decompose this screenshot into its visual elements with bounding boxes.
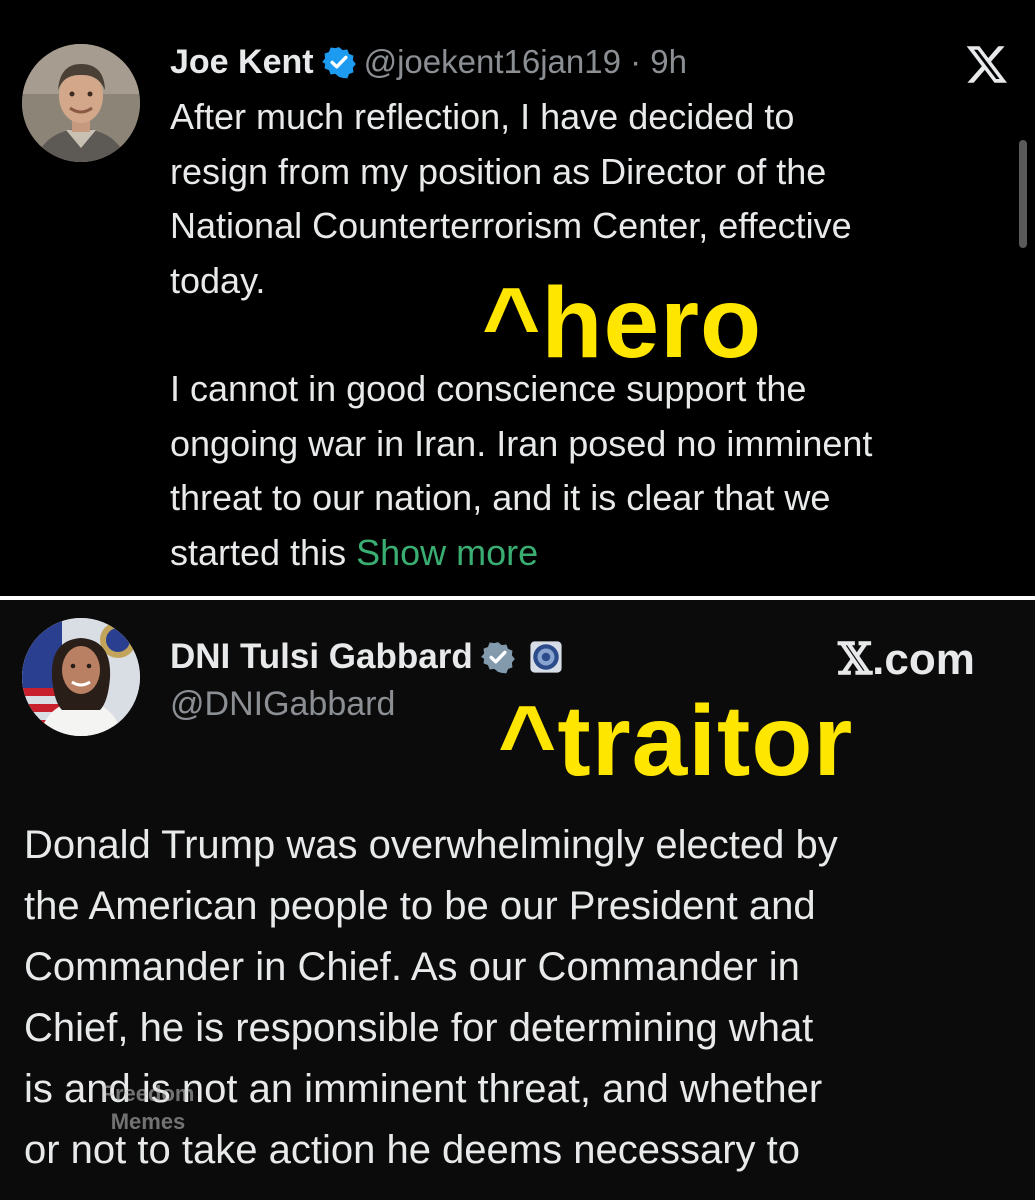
gabbard-handle[interactable]: @DNIGabbard bbox=[170, 685, 395, 724]
watermark-line-2: Memes bbox=[110, 1109, 186, 1134]
agency-seal-icon bbox=[530, 641, 562, 673]
x-logo-icon bbox=[966, 46, 1007, 83]
joe-kent-tweet: Joe Kent @joekent16jan19 · 9h After much… bbox=[0, 0, 1035, 596]
joe-kent-avatar[interactable] bbox=[22, 44, 140, 162]
verified-badge-icon bbox=[321, 47, 356, 79]
freedom-memes-watermark: Freedom Memes bbox=[78, 1080, 218, 1136]
show-more-link[interactable]: Show more bbox=[356, 532, 538, 573]
joe-kent-display-name[interactable]: Joe Kent bbox=[170, 43, 314, 82]
tulsi-gabbard-avatar[interactable] bbox=[22, 618, 140, 736]
x-logo-icon: 𝕏 bbox=[838, 634, 873, 685]
tweet-line: Chief, he is responsible for determining… bbox=[24, 1006, 814, 1050]
watermark-line-1: Freedom bbox=[101, 1081, 195, 1106]
gabbard-name-row: DNI Tulsi Gabbard bbox=[170, 630, 563, 684]
tweet-line: Commander in Chief. As our Commander in bbox=[24, 945, 800, 989]
tweet-line-text: started this bbox=[170, 531, 357, 573]
tweet-line: the American people to be our President … bbox=[24, 884, 816, 928]
joe-kent-handle-time[interactable]: @joekent16jan19 · 9h bbox=[364, 43, 687, 81]
gabbard-display-name[interactable]: DNI Tulsi Gabbard bbox=[170, 637, 473, 677]
joe-kent-tweet-paragraph-2: I cannot in good conscience support the … bbox=[170, 362, 872, 580]
tweet-line: Donald Trump was overwhelmingly elected … bbox=[24, 823, 838, 867]
x-com-label: 𝕏.com bbox=[838, 634, 975, 685]
traitor-caption: ^traitor bbox=[498, 685, 854, 797]
gray-verified-badge-icon bbox=[480, 642, 515, 674]
tweet-line: ongoing war in Iran. Iran posed no immin… bbox=[170, 422, 873, 464]
joe-kent-name-row: Joe Kent @joekent16jan19 · 9h bbox=[170, 38, 687, 86]
tweet-line: After much reflection, I have decided to bbox=[170, 96, 795, 137]
tweet-line-last: started this Show more bbox=[170, 526, 872, 581]
hero-caption: ^hero bbox=[482, 267, 763, 379]
x-com-suffix: .com bbox=[872, 635, 975, 684]
scrollbar[interactable] bbox=[1019, 140, 1027, 248]
tweet-line: National Counterterrorism Center, effect… bbox=[170, 205, 852, 246]
tweet-line: resign from my position as Director of t… bbox=[170, 150, 827, 192]
tweet-line: threat to our nation, and it is clear th… bbox=[170, 477, 831, 518]
